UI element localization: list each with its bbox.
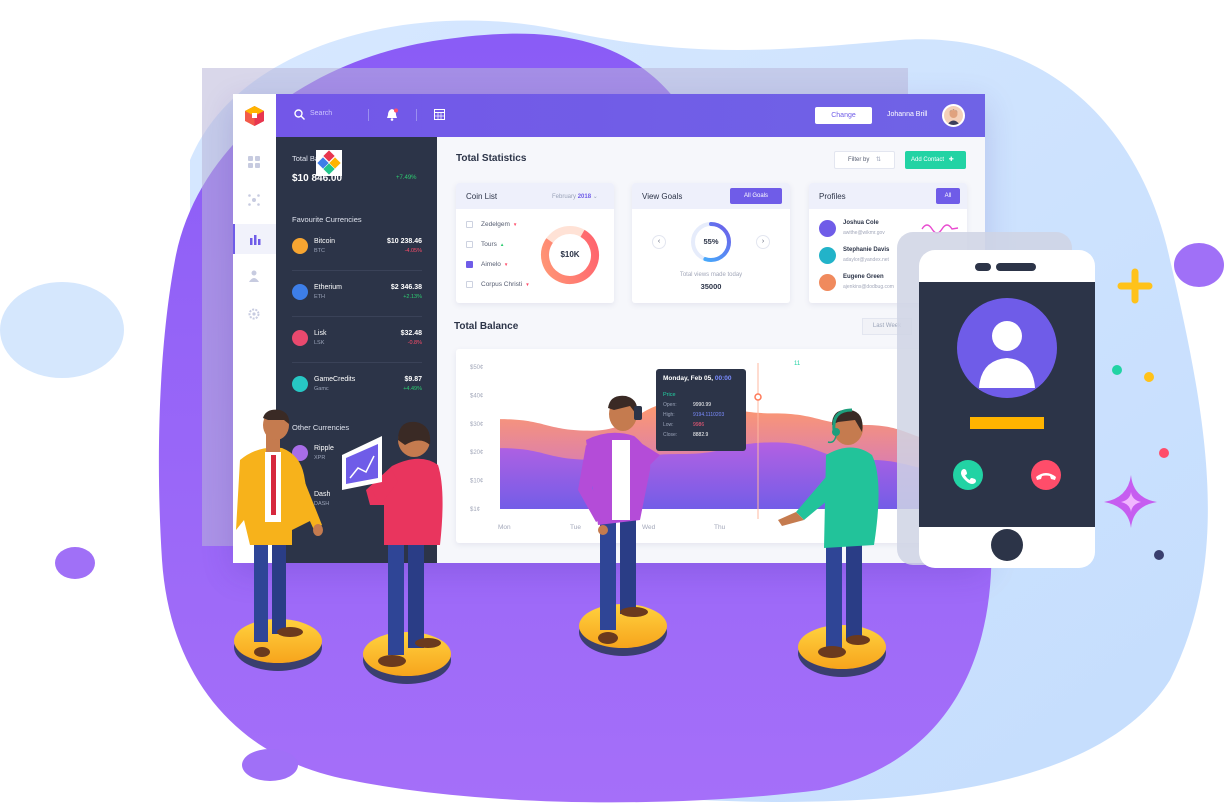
illustration-stage: Search Change Johanna Brill Total Balanc…	[0, 0, 1226, 809]
person-red-jacket-laptop	[342, 421, 443, 667]
person-green-jacket-headset	[778, 408, 879, 658]
person-businessman-yellow	[236, 409, 323, 657]
people-illustration	[234, 395, 886, 684]
